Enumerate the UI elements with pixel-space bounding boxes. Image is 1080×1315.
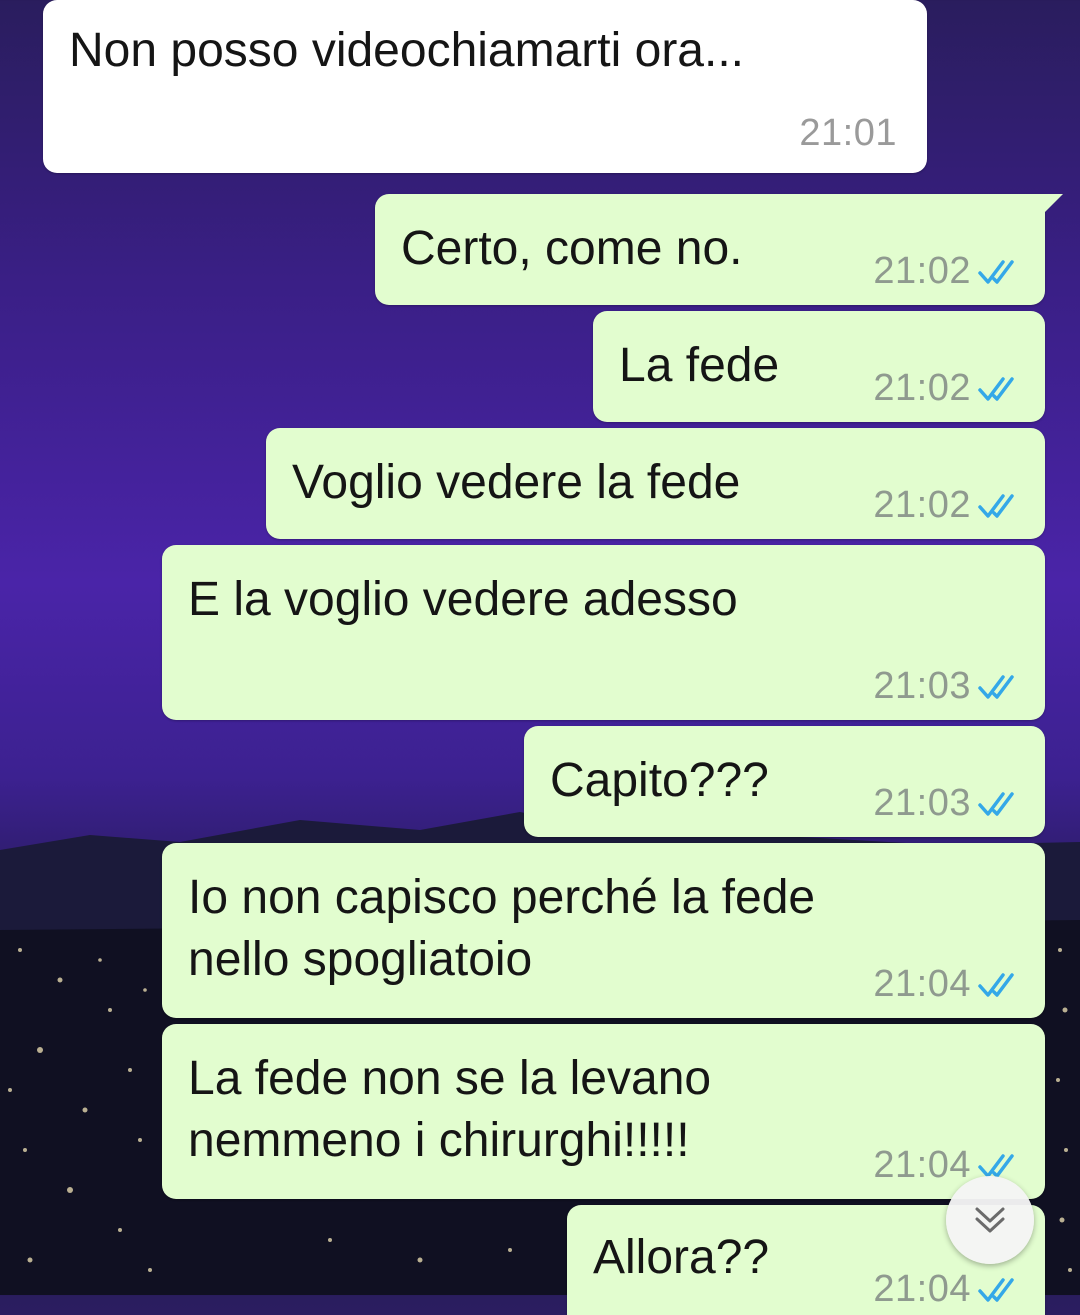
message-text: Capito???: [550, 754, 769, 807]
message-text: La fede: [619, 339, 780, 392]
double-check-icon: [978, 972, 1014, 997]
message-bubble-outgoing[interactable]: E la voglio vedere adesso 21:03: [162, 545, 1045, 720]
message-list[interactable]: Non posso videochiamarti ora... 21:01 Ce…: [0, 0, 1080, 1315]
chevron-double-down-icon: [975, 1207, 1005, 1233]
message-meta: 21:01: [799, 112, 897, 155]
message-meta: 21:02: [873, 367, 1023, 410]
double-check-icon: [978, 376, 1014, 401]
message-time: 21:03: [873, 665, 971, 707]
message-meta: 21:02: [873, 484, 1023, 527]
message-bubble-outgoing[interactable]: Io non capisco perché la fede nello spog…: [162, 843, 1045, 1018]
message-time: 21:04: [873, 963, 971, 1005]
message-meta: 21:04: [873, 1268, 1023, 1311]
message-bubble-outgoing[interactable]: Voglio vedere la fede 21:02: [266, 428, 1045, 539]
message-time: 21:02: [873, 250, 971, 292]
double-check-icon: [978, 493, 1014, 518]
message-time: 21:02: [873, 367, 971, 409]
message-bubble-outgoing[interactable]: La fede non se la levano nemmeno i chiru…: [162, 1024, 1045, 1199]
message-text: E la voglio vedere adesso: [188, 573, 738, 626]
message-text: La fede non se la levano nemmeno i chiru…: [188, 1052, 712, 1167]
message-text: Allora??: [593, 1231, 770, 1284]
message-meta: 21:03: [873, 782, 1023, 825]
bubble-tail: [1041, 194, 1063, 216]
message-time: 21:01: [799, 112, 897, 154]
message-bubble-outgoing[interactable]: Certo, come no. 21:02: [375, 194, 1063, 305]
double-check-icon: [978, 259, 1014, 284]
message-bubble-incoming[interactable]: Non posso videochiamarti ora... 21:01: [43, 0, 927, 173]
double-check-icon: [978, 791, 1014, 816]
message-bubble-outgoing[interactable]: La fede 21:02: [593, 311, 1045, 422]
message-time: 21:04: [873, 1268, 971, 1310]
message-time: 21:04: [873, 1144, 971, 1186]
double-check-icon: [978, 1277, 1014, 1302]
message-time: 21:03: [873, 782, 971, 824]
message-time: 21:02: [873, 484, 971, 526]
message-meta: 21:02: [873, 250, 1023, 293]
scroll-to-bottom-button[interactable]: [946, 1176, 1034, 1264]
message-text: Certo, come no.: [401, 222, 743, 275]
message-text: Non posso videochiamarti ora...: [69, 24, 744, 77]
message-meta: 21:04: [873, 963, 1023, 1006]
message-meta: 21:03: [873, 665, 1023, 708]
message-text: Voglio vedere la fede: [292, 456, 741, 509]
double-check-icon: [978, 674, 1014, 699]
message-bubble-outgoing[interactable]: Capito??? 21:03: [524, 726, 1045, 837]
message-text: Io non capisco perché la fede nello spog…: [188, 871, 816, 986]
